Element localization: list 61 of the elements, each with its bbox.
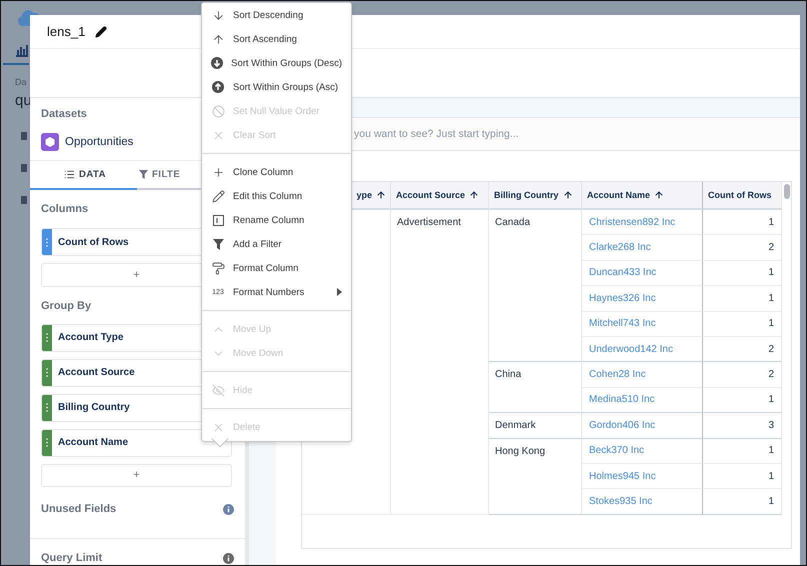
backdrop-label: Da <box>15 77 27 87</box>
funnel-icon <box>139 170 148 179</box>
drag-handle-icon <box>46 438 48 448</box>
column-header[interactable]: Account Source <box>391 182 489 210</box>
table-cell: 2 <box>768 369 774 380</box>
menu-item[interactable]: Sort Ascending <box>202 27 351 51</box>
drag-handle-icon <box>46 368 48 378</box>
lens-title: lens_1 <box>47 24 86 39</box>
text-field-icon <box>212 214 224 226</box>
table-cell: Hong Kong <box>495 446 546 457</box>
menu-item[interactable]: Edit this Column <box>202 184 351 208</box>
paint-roller-icon <box>212 262 224 274</box>
table-cell: Canada <box>495 217 530 228</box>
menu-item[interactable]: Sort Within Groups (Asc) <box>202 75 351 99</box>
table-cell: 1 <box>768 470 774 482</box>
bar-chart-icon <box>15 43 29 57</box>
funnel-icon <box>212 238 224 250</box>
column-header[interactable]: Account Name <box>582 182 703 210</box>
table-cell: 1 <box>768 496 774 507</box>
arrow-down-icon <box>212 8 224 22</box>
section-heading: Datasets <box>41 107 87 121</box>
circle-arrow-up-icon <box>212 81 224 93</box>
scrollbar-thumb[interactable] <box>784 184 790 199</box>
table-cell: 1 <box>768 394 774 406</box>
table-cell: 1 <box>768 318 774 330</box>
field-pill[interactable]: Account Name <box>41 428 232 457</box>
section-heading: Unused Fields <box>41 502 116 516</box>
eye-slash-icon <box>212 384 224 396</box>
table-cell: 1 <box>768 292 774 304</box>
menu-item[interactable]: Clone Column <box>202 160 351 184</box>
section-heading: Columns <box>41 202 88 216</box>
tab[interactable]: DATA <box>30 161 137 190</box>
arrow-up-icon <box>212 32 224 46</box>
info-icon <box>223 504 234 515</box>
column-header[interactable]: Count of Rows <box>703 182 782 210</box>
plus-icon <box>212 166 224 178</box>
section-heading: Group By <box>41 298 92 313</box>
drag-handle-icon <box>46 333 48 342</box>
table-cell: 1 <box>768 445 774 456</box>
table-cell: 2 <box>768 344 774 355</box>
dataset-icon <box>41 133 59 151</box>
table-cell: 1 <box>768 216 774 228</box>
menu-item[interactable]: Sort Descending <box>202 3 351 27</box>
circle-arrow-down-icon <box>211 57 224 69</box>
list-icon <box>64 169 75 180</box>
table-cell: 1 <box>768 267 774 278</box>
slashed-circle-icon <box>212 104 224 118</box>
column-header[interactable]: Billing Country <box>489 182 582 210</box>
drag-handle-icon <box>46 403 48 412</box>
table-cell: Advertisement <box>397 217 461 228</box>
table-cell: China <box>495 369 522 380</box>
menu-item[interactable]: Sort Within Groups (Desc) <box>202 51 351 75</box>
dataset-name[interactable]: Opportunities <box>65 136 134 148</box>
drag-handle-icon <box>46 238 48 246</box>
table-cell: Denmark <box>495 420 536 432</box>
section-heading: Query Limit <box>41 551 102 565</box>
add-field-button[interactable]: + <box>41 464 232 488</box>
pencil-icon[interactable] <box>95 26 108 38</box>
table-cell: 2 <box>768 242 774 254</box>
pencil-icon <box>212 190 224 202</box>
table-cell: 3 <box>768 420 774 431</box>
